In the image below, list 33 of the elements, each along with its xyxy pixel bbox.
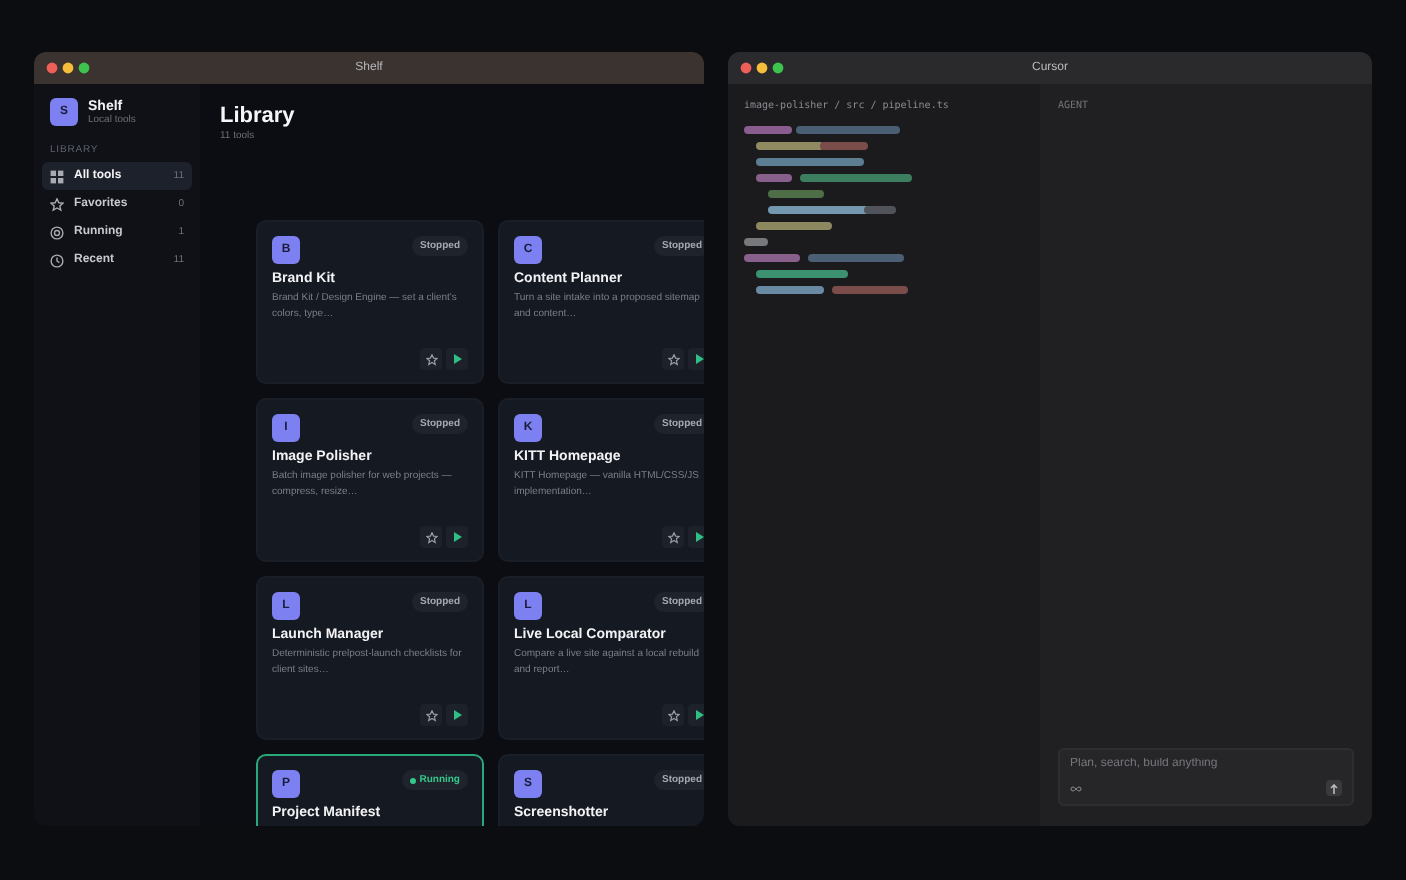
star-icon: [667, 353, 679, 365]
star-icon: [667, 531, 679, 543]
status-dot-icon: [409, 777, 416, 783]
clock-icon: [50, 253, 64, 267]
favorite-button[interactable]: [662, 348, 684, 370]
play-icon: [453, 710, 461, 720]
run-button[interactable]: [446, 704, 468, 726]
run-button[interactable]: [446, 348, 468, 370]
gauge-icon: [50, 225, 64, 239]
favorite-button[interactable]: [420, 704, 442, 726]
star-icon: [50, 197, 64, 211]
run-button[interactable]: [688, 526, 704, 548]
play-icon: [695, 354, 703, 364]
star-icon: [425, 353, 437, 365]
favorite-button[interactable]: [662, 704, 684, 726]
play-icon: [453, 354, 461, 364]
star-icon: [425, 709, 437, 721]
run-button[interactable]: [688, 348, 704, 370]
play-icon: [695, 532, 703, 542]
grid-icon: [50, 169, 64, 183]
play-icon: [695, 710, 703, 720]
star-icon: [667, 709, 679, 721]
star-icon: [425, 531, 437, 543]
page-title: Library: [220, 104, 297, 128]
favorite-button[interactable]: [662, 526, 684, 548]
infinity-icon[interactable]: [1070, 785, 1082, 791]
favorite-button[interactable]: [420, 526, 442, 548]
send-button[interactable]: [1326, 780, 1342, 796]
play-icon: [453, 532, 461, 542]
arrow-up-icon: [1330, 783, 1338, 793]
favorite-button[interactable]: [420, 348, 442, 370]
run-button[interactable]: [446, 526, 468, 548]
run-button[interactable]: [688, 704, 704, 726]
